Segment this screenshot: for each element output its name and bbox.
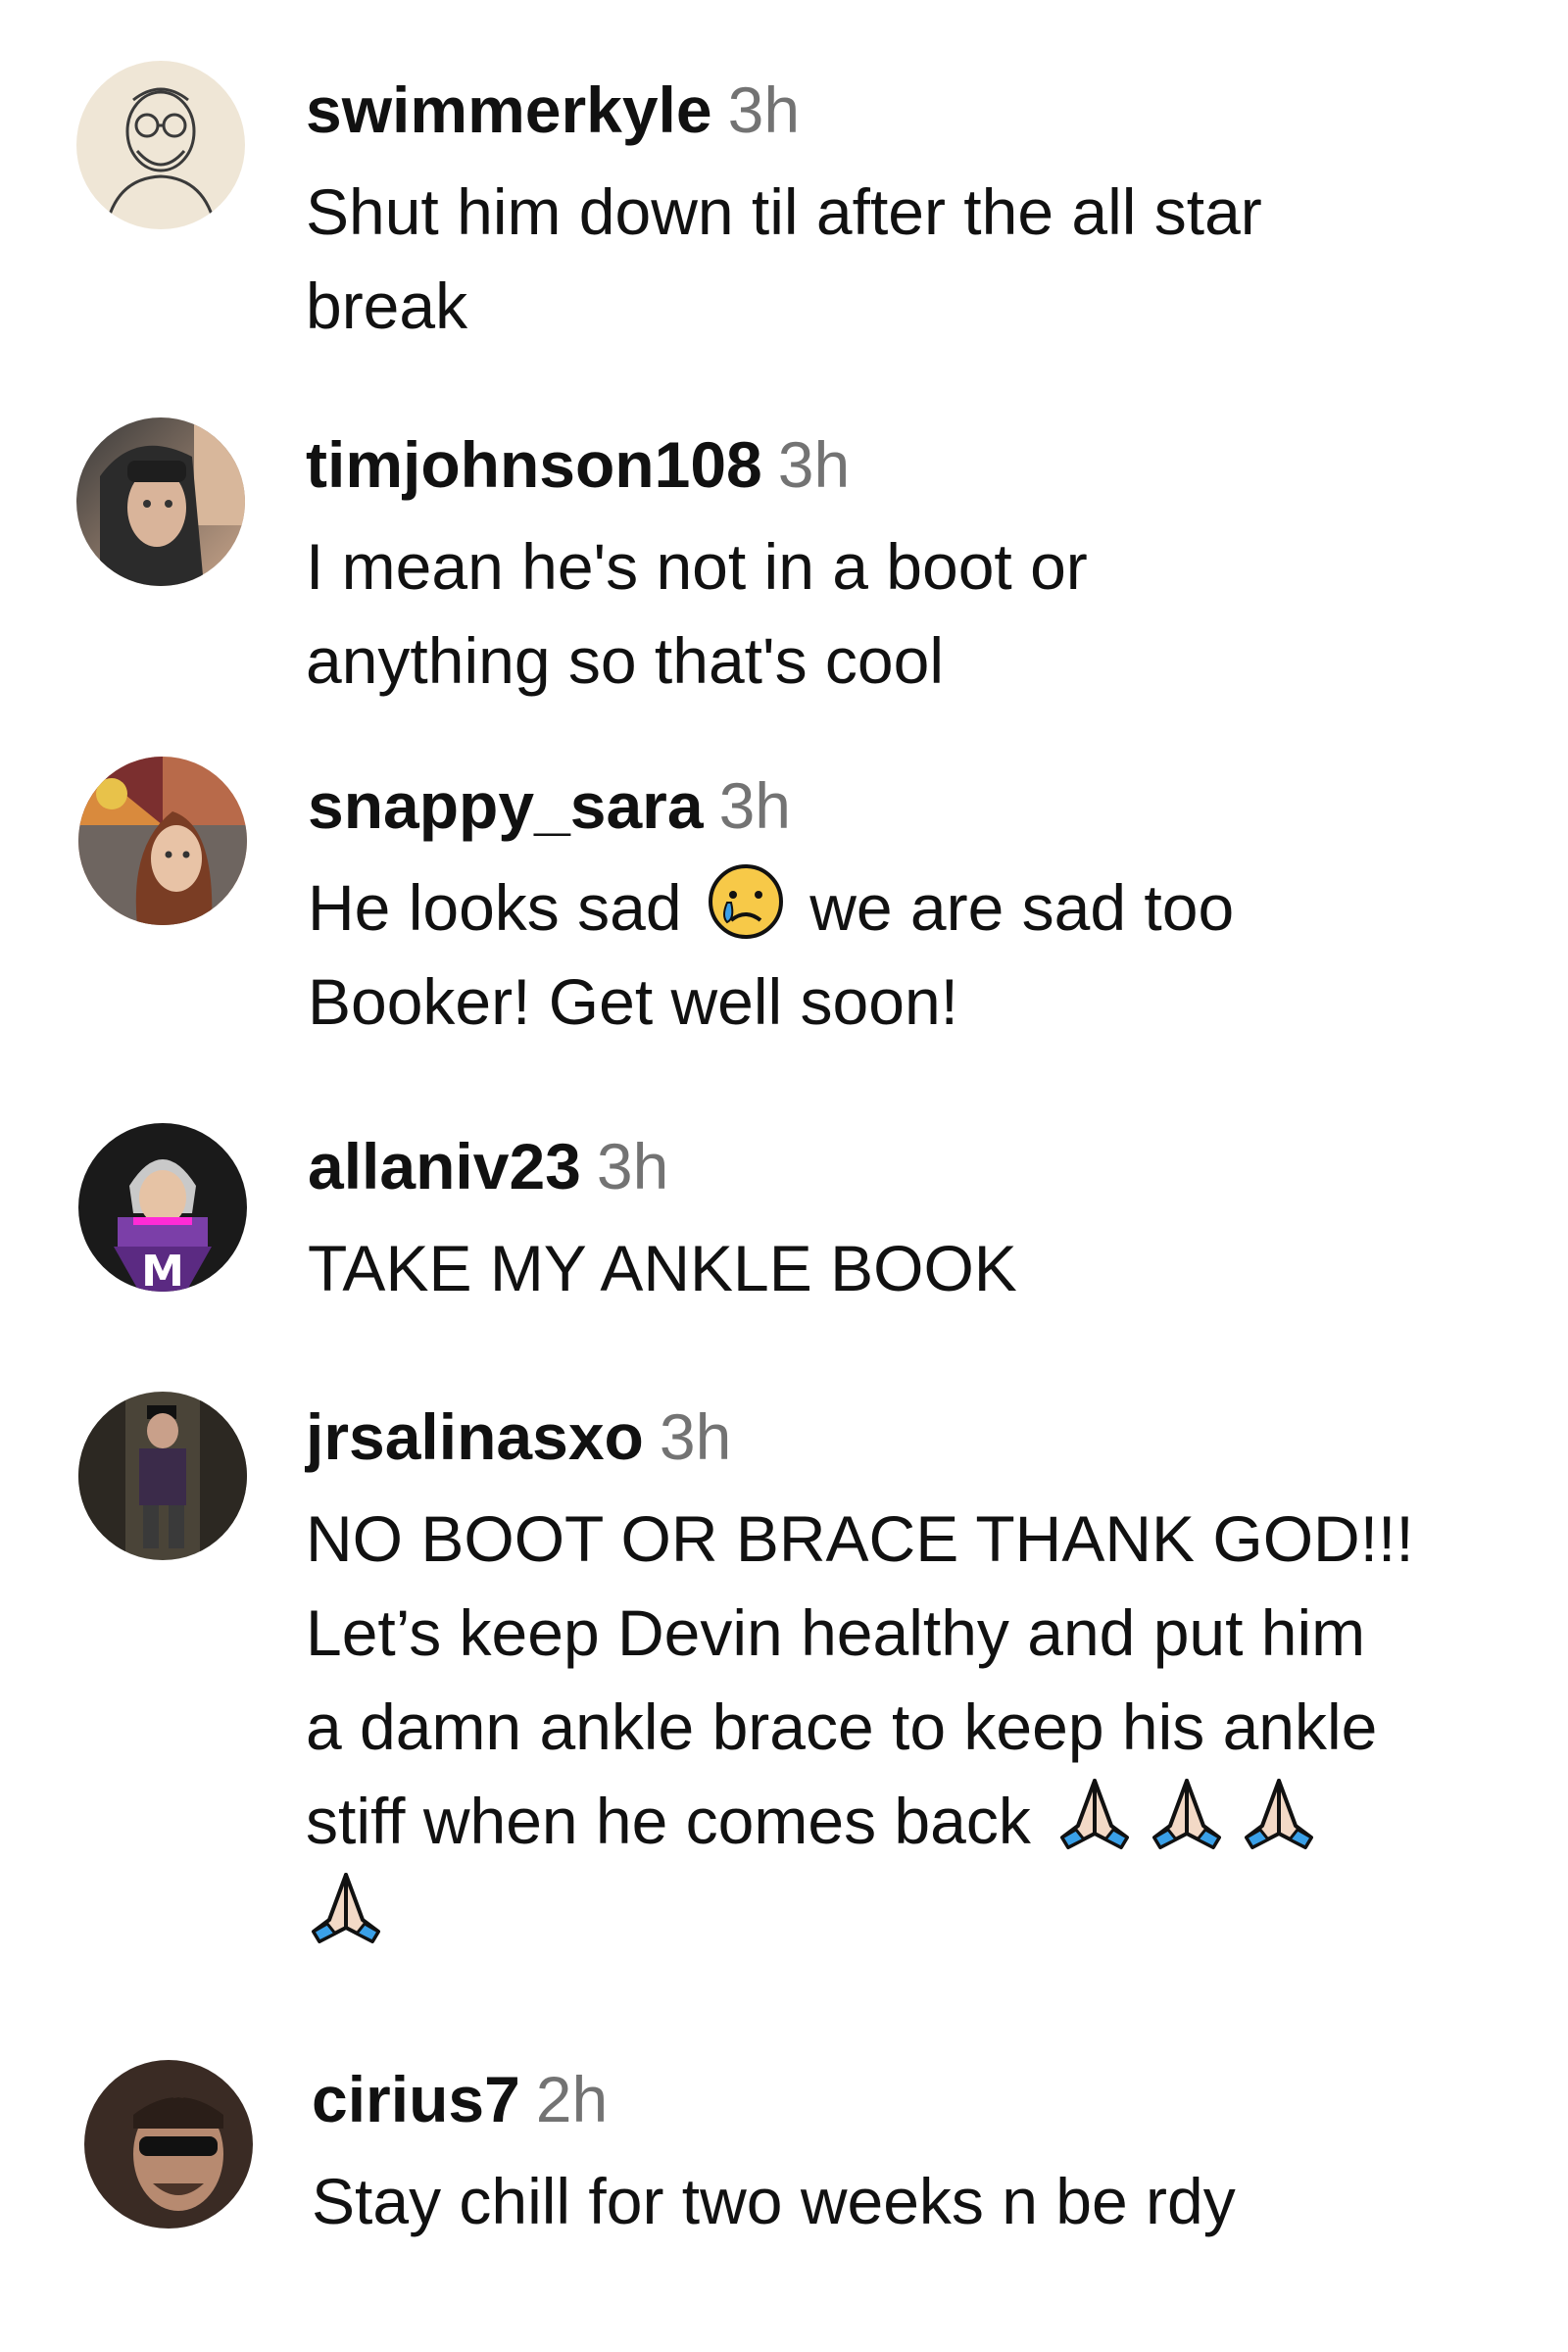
comment-body: cirius7 2h Stay chill for two weeks n be …	[312, 2060, 1568, 2248]
comment-text: I mean he's not in a boot or anything so…	[306, 530, 1088, 697]
comment-header: timjohnson108 3h	[306, 425, 1568, 519]
folded-hands-emoji	[1147, 1775, 1227, 1855]
comment-body: allaniv23 3h TAKE MY ANKLE BOOK	[308, 1127, 1568, 1315]
timestamp[interactable]: 3h	[719, 769, 791, 842]
username-link[interactable]: swimmerkyle	[306, 74, 712, 146]
photo-avatar-icon	[78, 757, 247, 925]
avatar[interactable]: M	[78, 1123, 247, 1292]
svg-text:M: M	[141, 1247, 184, 1292]
sketch-avatar-icon	[76, 61, 245, 229]
comment-text: Stay chill for two weeks n be rdy	[312, 2165, 1236, 2237]
username-link[interactable]: allaniv23	[308, 1130, 581, 1202]
comment-text: NO BOOT OR BRACE THANK GOD!!! Let’s keep…	[306, 1492, 1568, 1962]
timestamp[interactable]: 3h	[728, 74, 800, 146]
avatar[interactable]	[84, 2060, 253, 2229]
comment-header: snappy_sara 3h	[308, 766, 1568, 860]
comment-body: snappy_sara 3h He looks sad we are sad to…	[308, 766, 1568, 1049]
comment-body: jrsalinasxo 3h NO BOOT OR BRACE THANK GOD…	[306, 1397, 1568, 1962]
folded-hands-emoji	[1054, 1775, 1135, 1855]
comment-list: swimmerkyle 3h Shut him down til after th…	[0, 0, 1568, 2352]
timestamp[interactable]: 3h	[660, 1400, 731, 1473]
comment-text: He looks sad we are sad too Booker! Get …	[308, 860, 1568, 1049]
avatar[interactable]	[78, 757, 247, 925]
comment-header: allaniv23 3h	[308, 1127, 1568, 1221]
comment-text: TAKE MY ANKLE BOOK	[308, 1232, 1017, 1304]
timestamp[interactable]: 2h	[536, 2063, 608, 2135]
photo-avatar-icon	[84, 2060, 253, 2229]
avatar[interactable]	[76, 417, 245, 586]
folded-hands-emoji	[1239, 1775, 1319, 1855]
comment-text-part: Booker! Get well soon!	[308, 965, 958, 1038]
timestamp[interactable]: 3h	[597, 1130, 668, 1202]
avatar[interactable]	[78, 1392, 247, 1560]
cartoon-avatar-icon: M	[78, 1123, 247, 1292]
photo-avatar-icon	[78, 1392, 247, 1560]
username-link[interactable]: snappy_sara	[308, 769, 704, 842]
crying-face-emoji	[706, 861, 786, 942]
comment-text-part: we are sad too	[809, 871, 1235, 944]
photo-avatar-icon	[76, 417, 245, 586]
username-link[interactable]: jrsalinasxo	[306, 1400, 644, 1473]
avatar[interactable]	[76, 61, 245, 229]
comment-header: swimmerkyle 3h	[306, 71, 1568, 165]
comment-text: Shut him down til after the all star bre…	[306, 175, 1262, 342]
comment-body: timjohnson108 3h I mean he's not in a boo…	[306, 425, 1568, 708]
comment-text-part: He looks sad	[308, 871, 682, 944]
folded-hands-emoji	[306, 1869, 386, 1949]
username-link[interactable]: timjohnson108	[306, 428, 762, 501]
comment-header: jrsalinasxo 3h	[306, 1397, 1568, 1492]
comment-body: swimmerkyle 3h Shut him down til after th…	[306, 71, 1568, 353]
username-link[interactable]: cirius7	[312, 2063, 520, 2135]
timestamp[interactable]: 3h	[778, 428, 850, 501]
comment-header: cirius7 2h	[312, 2060, 1568, 2154]
